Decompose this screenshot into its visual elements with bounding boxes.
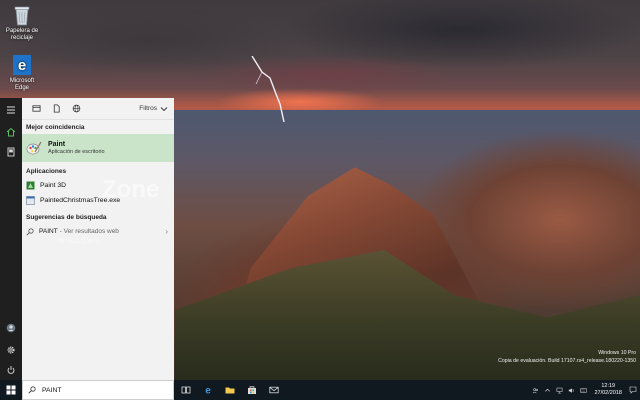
show-hidden-icons-button[interactable] [542,380,552,400]
build-watermark: Windows 10 Pro Copia de evaluación. Buil… [498,349,636,365]
edge-icon: e [13,55,31,75]
best-match-subtitle: Aplicación de escritorio [48,149,105,155]
task-view-icon [181,386,191,394]
volume-icon [568,387,574,393]
settings-button[interactable] [0,340,22,360]
tab-documents[interactable] [46,98,66,120]
action-center-button[interactable] [626,380,640,400]
svg-text:e: e [205,386,211,396]
watermark-subtext: WINDOWS [58,238,101,245]
keyboard-icon [580,387,587,393]
user-icon [6,323,16,333]
people-icon [532,387,538,393]
file-explorer-icon [225,387,235,394]
edge-icon: e [205,386,211,396]
tab-apps[interactable] [26,98,46,120]
watermark-logo: Zone [102,176,160,203]
people-button[interactable] [530,380,540,400]
home-icon [6,127,16,137]
desktop-icon-label: Papelera de reciclaje [5,28,39,41]
documents-icon [53,104,60,113]
build-edition: Windows 10 Pro [598,350,636,356]
search-results-panel: Filtros Mejor coincidencia Paint Aplicac… [22,98,174,380]
app-item-label: Paint 3D [40,182,67,189]
paint-icon [26,141,42,155]
chevron-right-icon[interactable]: › [165,227,168,236]
home-button[interactable] [0,122,22,142]
best-match-heading: Mejor coincidencia [26,124,85,131]
lightning-bolt [251,56,285,123]
start-button[interactable] [0,380,22,400]
search-input[interactable]: PAINT [42,387,62,394]
filters-label: Filtros [139,105,157,112]
search-icon [26,227,34,236]
panel-tabs: Filtros [22,98,174,120]
clock[interactable]: 12:19 27/02/2018 [594,383,622,397]
chevron-down-icon [160,106,168,111]
apps-icon [31,105,41,112]
keyboard-button[interactable] [578,380,588,400]
mail-icon [269,386,279,394]
tab-web[interactable] [66,98,86,120]
power-icon [7,366,15,374]
suggestion-item[interactable]: PAINT - Ver resultados web › [22,224,174,239]
task-view-button[interactable] [176,380,196,400]
taskbar-store-button[interactable] [242,380,262,400]
clock-time: 12:19 [601,383,616,389]
exe-icon [26,196,35,205]
recycle-bin-icon [14,6,30,26]
best-match-item[interactable]: Paint Aplicación de escritorio [22,134,174,162]
taskbar-explorer-button[interactable] [220,380,240,400]
web-icon [72,104,80,113]
notification-icon [629,386,637,394]
desktop-icon-recycle-bin[interactable]: Papelera de reciclaje [2,4,42,42]
filters-dropdown[interactable]: Filtros [139,105,168,112]
svg-text:e: e [18,57,26,74]
desktop-icon-edge[interactable]: e Microsoft Edge [2,54,42,92]
store-icon [248,386,256,394]
best-match-title: Paint [48,141,66,148]
hamburger-icon [7,106,15,114]
network-button[interactable] [554,380,564,400]
start-left-rail [0,98,22,380]
tablet-icon [7,147,15,157]
paint3d-icon [26,181,35,190]
user-button[interactable] [0,318,22,338]
search-icon [28,386,36,394]
menu-button[interactable] [0,100,22,120]
tablet-button[interactable] [0,142,22,162]
network-icon [556,387,563,393]
suggestion-label: PAINT [39,228,58,235]
power-button[interactable] [0,360,22,380]
suggestion-sub: - Ver resultados web [59,228,119,235]
build-string: Copia de evaluación. Build 17107.rs4_rel… [498,358,636,364]
suggestions-heading: Sugerencias de búsqueda [26,214,107,221]
windows-logo-icon [6,385,16,395]
taskbar-edge-button[interactable]: e [198,380,218,400]
gear-icon [7,346,15,354]
desktop-icon-label: Microsoft Edge [9,78,35,91]
taskbar-mail-button[interactable] [264,380,284,400]
chevron-up-icon [545,388,550,392]
volume-button[interactable] [566,380,576,400]
search-box[interactable]: PAINT [22,380,174,400]
system-tray: 12:19 27/02/2018 [530,380,640,400]
clock-date: 27/02/2018 [594,390,622,396]
